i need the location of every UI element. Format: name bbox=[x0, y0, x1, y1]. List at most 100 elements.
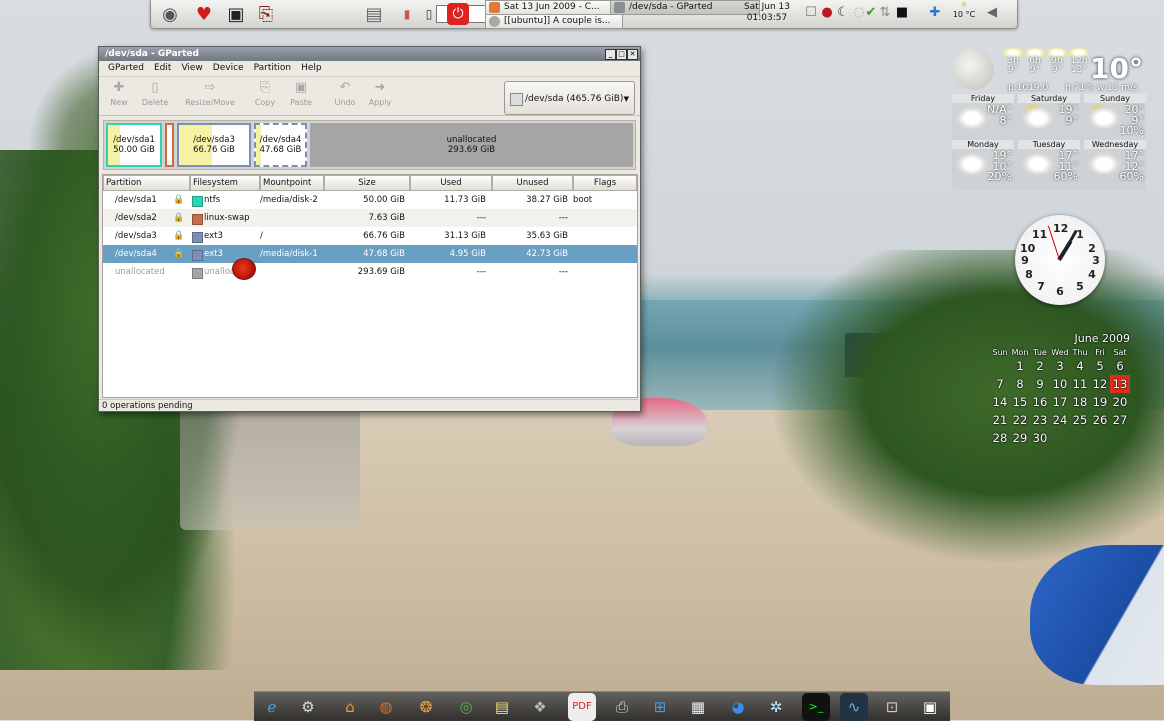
calendar-icon[interactable]: ▦ bbox=[684, 693, 712, 721]
menu-help[interactable]: Help bbox=[296, 61, 327, 76]
puzzle-icon[interactable]: ✚ bbox=[921, 5, 949, 21]
table-row[interactable]: unallocated unalloc 293.69 GiB --- --- bbox=[103, 263, 637, 281]
book-icon[interactable]: ⎘ bbox=[253, 1, 279, 27]
notes-icon[interactable]: ▤ bbox=[488, 693, 516, 721]
new-button[interactable]: ✚ New bbox=[99, 80, 139, 107]
column-header-unused[interactable]: Unused bbox=[492, 175, 573, 191]
resize-move-button[interactable]: ⇨ Resize/Move bbox=[179, 80, 241, 107]
menu-partition[interactable]: Partition bbox=[249, 61, 297, 76]
calendar-day[interactable]: 19 bbox=[1090, 393, 1110, 411]
seashell-icon[interactable]: ❂ bbox=[412, 693, 440, 721]
maximize-button[interactable]: □ bbox=[616, 49, 627, 60]
task-browser[interactable]: [[ubuntu]] A couple is... bbox=[485, 14, 623, 29]
calendar-day[interactable]: 3 bbox=[1050, 357, 1070, 375]
calendar-day[interactable]: 8 bbox=[1010, 375, 1030, 393]
column-header-flags[interactable]: Flags bbox=[573, 175, 637, 191]
menu-edit[interactable]: Edit bbox=[149, 61, 176, 76]
table-row[interactable]: /dev/sda3 🔒 ext3 / 66.76 GiB 31.13 GiB 3… bbox=[103, 227, 637, 245]
firefox-icon[interactable]: ◍ bbox=[372, 693, 400, 721]
calendar-day[interactable]: 17 bbox=[1050, 393, 1070, 411]
monitor-icon[interactable]: ∿ bbox=[840, 693, 868, 721]
calendar-day[interactable]: 30 bbox=[1030, 429, 1050, 447]
display-icon[interactable]: ■ bbox=[891, 5, 913, 21]
calendar-day[interactable]: 23 bbox=[1030, 411, 1050, 429]
minimize-button[interactable]: _ bbox=[605, 49, 616, 60]
window-titlebar[interactable]: /dev/sda - GParted _ □ ✕ bbox=[99, 47, 640, 61]
screenshot-icon[interactable]: ▣ bbox=[916, 693, 944, 721]
home-icon[interactable]: ⌂ bbox=[336, 693, 364, 721]
paste-button[interactable]: ▣ Paste bbox=[281, 80, 321, 107]
calendar-day[interactable]: 6 bbox=[1110, 357, 1130, 375]
column-header-used[interactable]: Used bbox=[410, 175, 492, 191]
disk-map-sda4[interactable]: /dev/sda4 47.68 GiB bbox=[254, 123, 307, 167]
delete-button[interactable]: ▯ Delete bbox=[135, 80, 175, 107]
undo-button[interactable]: ↶ Undo bbox=[325, 80, 365, 107]
calendar-day[interactable]: 29 bbox=[1010, 429, 1030, 447]
mushroom-icon[interactable]: ● bbox=[819, 5, 835, 21]
calendar-day[interactable]: 25 bbox=[1070, 411, 1090, 429]
ie-icon[interactable]: ℯ bbox=[258, 693, 286, 721]
windows-icon[interactable]: ⊞ bbox=[646, 693, 674, 721]
gimp-icon[interactable]: ❖ bbox=[526, 693, 554, 721]
tools-icon[interactable]: ⚙ bbox=[294, 693, 322, 721]
network-star-icon[interactable]: ✲ bbox=[762, 693, 790, 721]
calendar-day[interactable]: 9 bbox=[1030, 375, 1050, 393]
calendar-widget[interactable]: June 2009 Sun Mon Tue Wed Thu Fri Sat 12345678… bbox=[990, 332, 1130, 447]
weather-widget[interactable]: 3h 9° 6h 9° 9h 9° 12h 13° 10° p:1019.0 h:71%… bbox=[950, 46, 1148, 192]
task-calendar[interactable]: Sat 13 Jun 2009 - C... bbox=[485, 0, 623, 15]
network-icon[interactable]: ⊡ bbox=[878, 693, 906, 721]
calendar-day[interactable]: 20 bbox=[1110, 393, 1130, 411]
calendar-day[interactable]: 18 bbox=[1070, 393, 1090, 411]
calendar-day[interactable]: 14 bbox=[990, 393, 1010, 411]
table-row[interactable]: /dev/sda2 🔒 linux-swap 7.63 GiB --- --- bbox=[103, 209, 637, 227]
column-header-filesystem[interactable]: Filesystem bbox=[190, 175, 260, 191]
calendar-day[interactable]: 21 bbox=[990, 411, 1010, 429]
disk-map-sda3[interactable]: /dev/sda3 66.76 GiB bbox=[177, 123, 251, 167]
calendar-day[interactable]: 26 bbox=[1090, 411, 1110, 429]
close-button[interactable]: ✕ bbox=[627, 49, 638, 60]
apply-button[interactable]: ➜ Apply bbox=[360, 80, 400, 107]
web-icon[interactable]: ◕ bbox=[724, 693, 752, 721]
phone-icon[interactable]: ▯ bbox=[416, 1, 442, 27]
calendar-day[interactable]: 15 bbox=[1010, 393, 1030, 411]
calendar-day[interactable]: 10 bbox=[1050, 375, 1070, 393]
terminal-icon[interactable]: >_ bbox=[802, 693, 830, 721]
task-gparted[interactable]: /dev/sda - GParted bbox=[610, 0, 760, 15]
analog-clock[interactable]: 12 1 2 3 4 5 6 7 8 9 10 11 bbox=[1015, 215, 1105, 305]
calendar-day[interactable]: 16 bbox=[1030, 393, 1050, 411]
calendar-day[interactable]: 12 bbox=[1090, 375, 1110, 393]
menu-view[interactable]: View bbox=[176, 61, 207, 76]
drive-icon[interactable]: ▤ bbox=[361, 1, 387, 27]
disk-map-sda2[interactable] bbox=[165, 123, 174, 167]
calendar-day[interactable]: 11 bbox=[1070, 375, 1090, 393]
panel-clock[interactable]: Sat Jun 13 01:03:57 bbox=[744, 2, 790, 24]
speaker-icon[interactable]: ◀ bbox=[983, 5, 1001, 21]
table-row-selected[interactable]: /dev/sda4 🔒 ext3 /media/disk-1 47.68 GiB… bbox=[103, 245, 637, 263]
pdf-icon[interactable]: PDF bbox=[568, 693, 596, 721]
power-icon[interactable]: ⏻ bbox=[447, 3, 469, 25]
globe-icon[interactable]: ◎ bbox=[452, 693, 480, 721]
calendar-day[interactable]: 22 bbox=[1010, 411, 1030, 429]
device-selector[interactable]: /dev/sda (465.76 GiB) ▼ bbox=[504, 81, 635, 115]
column-header-mountpoint[interactable]: Mountpoint bbox=[260, 175, 324, 191]
dock-icon[interactable]: ◉ bbox=[157, 1, 183, 27]
terminal-icon[interactable]: ▣ bbox=[223, 1, 249, 27]
calendar-day[interactable]: 5 bbox=[1090, 357, 1110, 375]
checkbox-icon[interactable]: ☐ bbox=[803, 5, 819, 21]
column-header-size[interactable]: Size bbox=[324, 175, 410, 191]
disk-map-sda1[interactable]: /dev/sda1 50.00 GiB bbox=[106, 123, 162, 167]
calendar-day[interactable]: 24 bbox=[1050, 411, 1070, 429]
calendar-day[interactable]: 1 bbox=[1010, 357, 1030, 375]
calendar-day[interactable]: 2 bbox=[1030, 357, 1050, 375]
menu-gparted[interactable]: GParted bbox=[103, 61, 149, 76]
calendar-day[interactable]: 27 bbox=[1110, 411, 1130, 429]
table-row[interactable]: /dev/sda1 🔒 ntfs /media/disk-2 50.00 GiB… bbox=[103, 191, 637, 209]
copy-button[interactable]: ⎘ Copy bbox=[245, 80, 285, 107]
heart-icon[interactable]: ♥ bbox=[191, 1, 217, 27]
moon-icon[interactable]: ☾ bbox=[835, 5, 851, 21]
menu-device[interactable]: Device bbox=[208, 61, 249, 76]
printer-icon[interactable]: ⎙ bbox=[608, 693, 636, 721]
calendar-day-today[interactable]: 13 bbox=[1110, 375, 1130, 393]
weather-tray[interactable]: ☼ 10 °C bbox=[951, 0, 977, 19]
calendar-day[interactable]: 4 bbox=[1070, 357, 1090, 375]
